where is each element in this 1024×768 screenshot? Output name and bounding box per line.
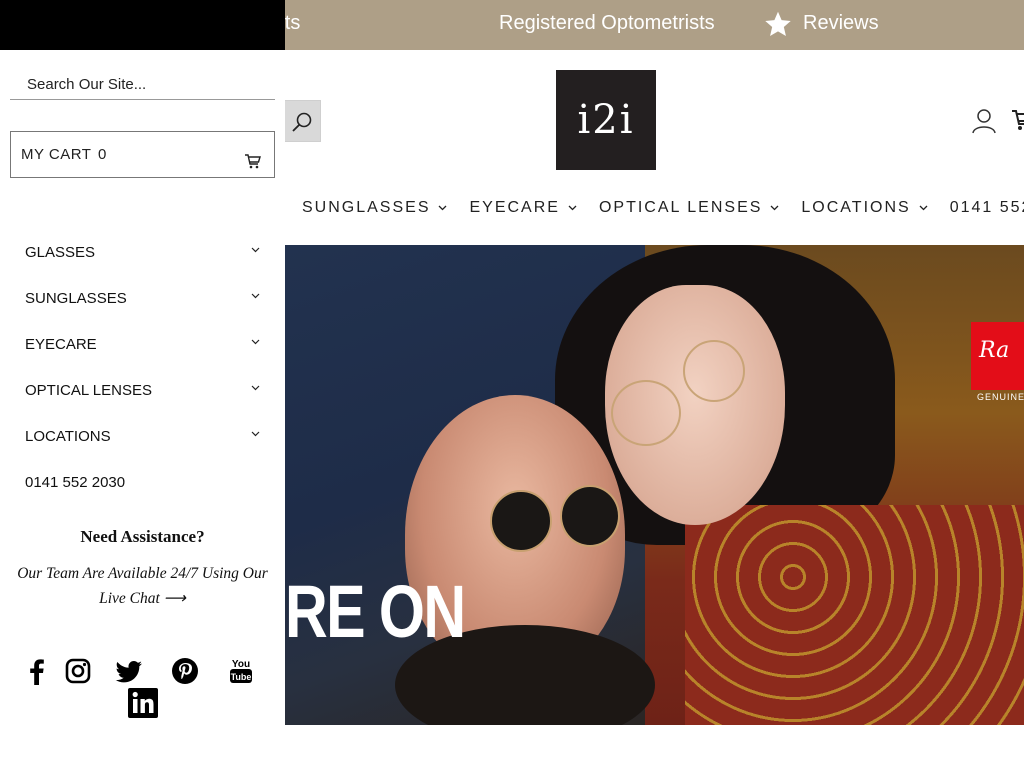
nav-item-optical-lenses[interactable]: OPTICAL LENSES: [599, 199, 779, 217]
hero-glasses-right: [683, 340, 745, 402]
chevron-down-icon[interactable]: [251, 247, 260, 253]
site-logo[interactable]: i2i: [556, 70, 656, 170]
account-icon[interactable]: [972, 108, 996, 134]
drawer-menu: GLASSES SUNGLASSES EYECARE OPTICAL LENSE…: [25, 240, 265, 516]
chevron-down-icon: [439, 205, 447, 211]
chevron-down-icon[interactable]: [251, 339, 260, 345]
search-icon: [292, 112, 312, 132]
nav-item-label: LOCATIONS: [801, 199, 911, 216]
chevron-down-icon: [919, 205, 928, 211]
main-nav: SUNGLASSES EYECARE OPTICAL LENSES LOCATI…: [302, 197, 1024, 219]
chevron-down-icon[interactable]: [251, 293, 260, 299]
hero-banner[interactable]: RE ON Ra GENUINE: [285, 245, 1024, 725]
drawer-item-optical-lenses[interactable]: OPTICAL LENSES: [25, 378, 265, 424]
drawer-header: [0, 0, 285, 50]
announcement-reviews[interactable]: Reviews: [803, 12, 879, 35]
hero-sunglasses-right: [560, 485, 620, 547]
cart-count: 0: [98, 146, 107, 163]
nav-item-eyecare[interactable]: EYECARE: [469, 199, 577, 217]
drawer-item-label: EYECARE: [25, 336, 97, 353]
cart-icon: [245, 154, 261, 169]
drawer-item-label: SUNGLASSES: [25, 290, 127, 307]
side-drawer: erts MY CART 0 GLASSES SUNGLASSES EYECAR…: [0, 0, 325, 768]
chevron-down-icon: [770, 205, 779, 211]
drawer-phone-label: 0141 552 2030: [25, 474, 126, 491]
hero-headline: RE ON: [285, 570, 466, 653]
drawer-item-locations[interactable]: LOCATIONS: [25, 424, 265, 470]
nav-phone-label: 0141 552 2030: [949, 199, 1024, 216]
drawer-item-label: OPTICAL LENSES: [25, 382, 152, 399]
live-chat-link[interactable]: Our Team Are Available 24/7 Using Our Li…: [15, 561, 270, 611]
social-links: You Tube: [0, 656, 285, 726]
chevron-down-icon: [568, 205, 577, 211]
page: Registered Optometrists Reviews i2i SUNG…: [0, 0, 1024, 768]
chevron-down-icon[interactable]: [251, 431, 260, 437]
nav-item-label: OPTICAL LENSES: [598, 199, 763, 216]
announcement-partial: erts: [285, 0, 325, 50]
hero-shirt: [685, 505, 1024, 725]
facebook-icon[interactable]: [22, 656, 52, 686]
nav-phone[interactable]: 0141 552 2030: [950, 199, 1024, 217]
twitter-icon[interactable]: [114, 656, 144, 686]
pinterest-icon[interactable]: [170, 656, 200, 686]
rayban-logo-sub: GENUINE: [977, 392, 1024, 402]
svg-text:Tube: Tube: [231, 672, 252, 682]
svg-text:You: You: [232, 659, 250, 670]
drawer-item-label: GLASSES: [25, 244, 96, 261]
drawer-item-label: LOCATIONS: [25, 428, 111, 445]
search-button[interactable]: [284, 100, 321, 142]
assist-title: Need Assistance?: [80, 527, 205, 546]
linkedin-icon[interactable]: [128, 688, 158, 718]
cart-icon[interactable]: [1012, 108, 1024, 132]
hero-sunglasses-left: [490, 490, 552, 552]
nav-item-locations[interactable]: LOCATIONS: [801, 199, 928, 217]
announcement-optometrists[interactable]: Registered Optometrists: [499, 12, 715, 35]
nav-item-label: EYECARE: [469, 199, 560, 216]
announcement-partial-text: erts: [285, 12, 301, 34]
cart-label: MY CART: [21, 146, 92, 163]
drawer-item-sunglasses[interactable]: SUNGLASSES: [25, 286, 265, 332]
youtube-icon[interactable]: You Tube: [226, 656, 256, 686]
drawer-item-eyecare[interactable]: EYECARE: [25, 332, 265, 378]
search-input[interactable]: [10, 70, 275, 100]
hero-glasses-left: [611, 380, 681, 446]
nav-item-sunglasses[interactable]: SUNGLASSES: [302, 199, 447, 217]
rayban-logo: Ra: [971, 322, 1024, 390]
star-icon: [765, 11, 791, 37]
nav-item-label: SUNGLASSES: [302, 199, 431, 216]
instagram-icon[interactable]: [63, 656, 93, 686]
drawer-item-phone[interactable]: 0141 552 2030: [25, 470, 265, 516]
my-cart-button[interactable]: MY CART 0: [10, 131, 275, 178]
chevron-down-icon[interactable]: [251, 385, 260, 391]
drawer-item-glasses[interactable]: GLASSES: [25, 240, 265, 286]
